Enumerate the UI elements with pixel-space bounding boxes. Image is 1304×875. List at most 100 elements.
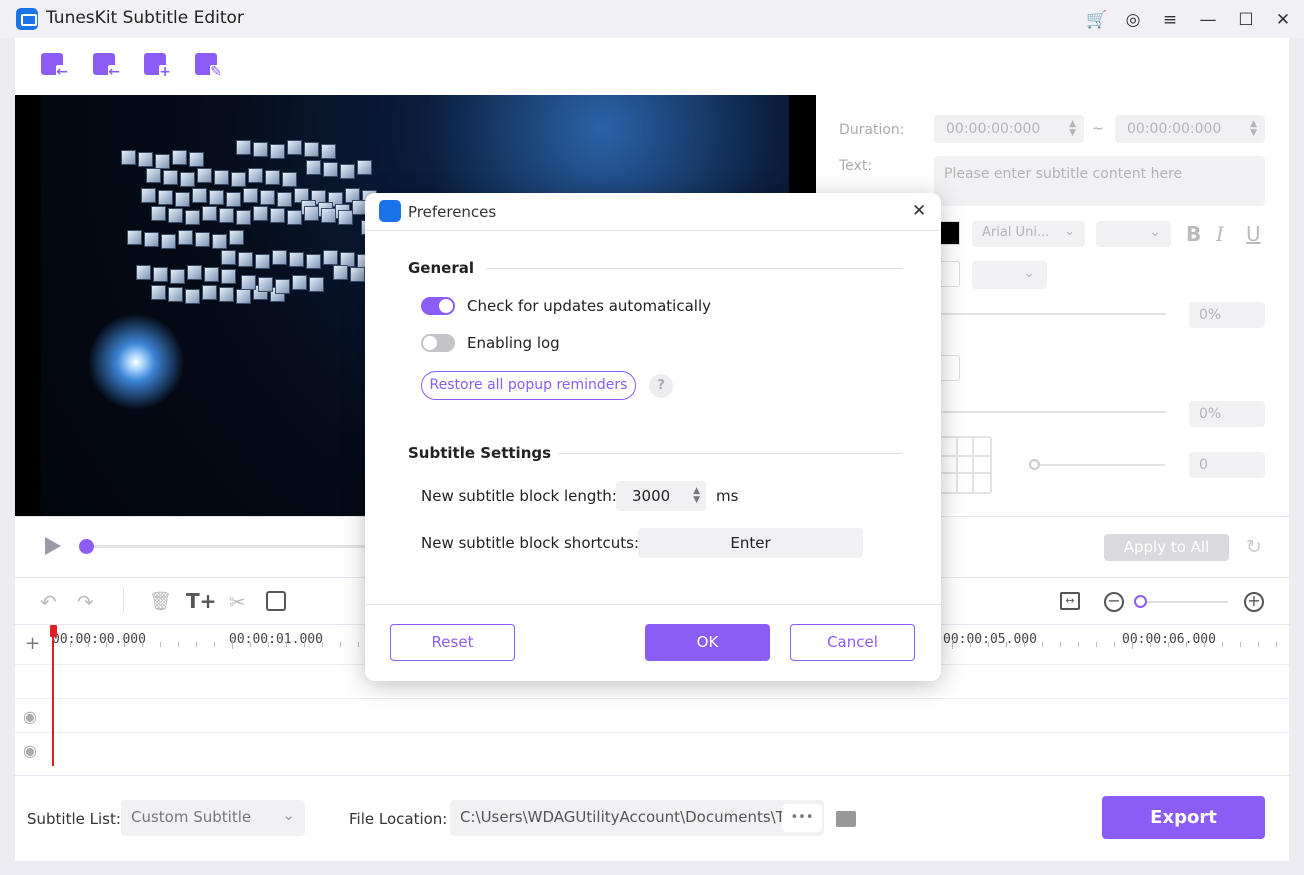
restore-reminders-button[interactable]: Restore all popup reminders xyxy=(421,371,636,400)
help-icon[interactable]: ? xyxy=(649,374,673,398)
cube-shape xyxy=(136,265,151,280)
cancel-button[interactable]: Cancel xyxy=(790,624,915,661)
track-visibility-eye-icon[interactable]: ◉ xyxy=(23,707,37,726)
zoom-slider-knob[interactable] xyxy=(1134,595,1147,608)
cart-icon[interactable]: 🛒 xyxy=(1086,10,1107,30)
start-time-field[interactable]: 00:00:00:000 ▲ ▼ xyxy=(934,115,1084,143)
playhead-handle[interactable] xyxy=(50,625,57,637)
cube-shape xyxy=(185,210,200,225)
preferences-dialog: Preferences ✕ General Check for updates … xyxy=(365,193,941,681)
play-icon[interactable] xyxy=(45,537,61,555)
track-visibility-eye-icon[interactable]: ◉ xyxy=(23,741,37,760)
import-subtitle-button[interactable]: ← xyxy=(90,51,120,79)
cube-shape xyxy=(153,267,168,282)
enable-log-toggle[interactable] xyxy=(421,334,455,352)
auto-update-toggle[interactable] xyxy=(421,297,455,315)
opacity-slider-2[interactable] xyxy=(938,411,1166,413)
account-icon[interactable]: ◎ xyxy=(1123,10,1143,30)
menu-icon[interactable]: ≡ xyxy=(1160,10,1180,30)
opacity-field-1[interactable]: 0% xyxy=(1189,302,1265,328)
block-length-input[interactable]: 3000 ▲ ▼ xyxy=(616,481,706,511)
minimize-icon[interactable]: — xyxy=(1198,10,1218,30)
bold-button[interactable]: B xyxy=(1186,222,1201,246)
split-icon[interactable]: ✂ xyxy=(229,590,246,614)
reset-button[interactable]: Reset xyxy=(390,624,515,661)
opacity-slider-1[interactable] xyxy=(938,313,1166,315)
add-track-button[interactable]: + xyxy=(25,633,40,654)
end-time-field[interactable]: 00:00:00:000 ▲ ▼ xyxy=(1115,115,1265,143)
add-text-track-icon[interactable]: T+ xyxy=(186,589,216,613)
spacing-field[interactable]: 0 xyxy=(1189,452,1265,478)
dialog-close-icon[interactable]: ✕ xyxy=(912,201,926,221)
redo-icon[interactable]: ↷ xyxy=(77,590,94,614)
cube-shape xyxy=(306,254,321,269)
cube-shape xyxy=(185,289,200,304)
font-size-select[interactable]: ⌄ xyxy=(1096,221,1171,247)
cube-shape xyxy=(231,172,246,187)
progress-track[interactable] xyxy=(85,545,385,548)
cube-shape xyxy=(340,164,355,179)
cube-shape xyxy=(241,275,256,290)
ruler-tick xyxy=(970,642,971,647)
subtitle-text-input[interactable]: Please enter subtitle content here xyxy=(934,156,1265,206)
delete-icon[interactable]: 🗑 xyxy=(149,591,172,612)
export-button[interactable]: Export xyxy=(1102,796,1265,839)
ruler-tick xyxy=(268,642,269,647)
cube-shape xyxy=(272,250,287,265)
zoom-out-icon[interactable]: − xyxy=(1104,592,1124,612)
outline-select[interactable]: ⌄ xyxy=(972,261,1047,289)
opacity-value-1: 0% xyxy=(1199,307,1222,323)
maximize-icon[interactable]: ☐ xyxy=(1236,10,1256,30)
font-value: Arial Uni... xyxy=(982,225,1050,240)
import-video-button[interactable]: ← xyxy=(38,51,68,79)
progress-knob[interactable] xyxy=(79,539,94,554)
cube-shape xyxy=(238,252,253,267)
fit-timeline-icon[interactable]: ↔ xyxy=(1060,592,1080,610)
zoom-slider[interactable] xyxy=(1143,601,1228,603)
background-color-swatch[interactable] xyxy=(938,355,960,381)
underline-button[interactable]: U xyxy=(1246,222,1261,246)
position-grid[interactable] xyxy=(938,436,992,494)
cube-shape xyxy=(338,210,353,225)
cube-shape xyxy=(195,232,210,247)
refresh-icon[interactable]: ↻ xyxy=(1246,536,1262,558)
zoom-in-icon[interactable]: + xyxy=(1244,592,1264,612)
apply-to-all-button[interactable]: Apply to All xyxy=(1104,534,1229,561)
folder-icon[interactable] xyxy=(836,811,856,827)
dialog-footer-divider xyxy=(365,604,941,605)
cube-shape xyxy=(287,140,302,155)
cube-shape xyxy=(323,162,338,177)
edit-subtitle-button[interactable]: ✎ xyxy=(192,51,222,79)
cube-shape xyxy=(321,144,336,159)
start-time-value: 00:00:00:000 xyxy=(946,121,1041,137)
close-window-icon[interactable]: ✕ xyxy=(1273,10,1293,30)
cube-shape xyxy=(243,188,258,203)
italic-button[interactable]: I xyxy=(1216,222,1224,246)
ruler-tick xyxy=(1132,640,1133,649)
cube-shape xyxy=(151,206,166,221)
cube-shape xyxy=(253,142,268,157)
cube-shape xyxy=(304,142,319,157)
spacing-slider[interactable] xyxy=(1031,464,1165,466)
spacing-slider-knob[interactable] xyxy=(1029,459,1040,470)
cube-shape xyxy=(219,287,234,302)
opacity-field-2[interactable]: 0% xyxy=(1189,401,1265,427)
ok-button[interactable]: OK xyxy=(645,624,770,661)
undo-icon[interactable]: ↶ xyxy=(40,590,57,614)
font-select[interactable]: Arial Uni... ⌄ xyxy=(972,221,1085,247)
add-text-button[interactable]: + xyxy=(141,51,171,79)
time-separator: ~ xyxy=(1092,121,1104,137)
opacity-value-2: 0% xyxy=(1199,406,1222,422)
subtitle-list-select[interactable]: Custom Subtitle ⌄ xyxy=(121,800,305,836)
cube-shape xyxy=(127,230,142,245)
file-location-field[interactable]: C:\Users\WDAGUtilityAccount\Documents\T xyxy=(450,800,824,836)
cube-shape xyxy=(260,190,275,205)
find-icon[interactable] xyxy=(266,591,286,611)
cube-shape xyxy=(138,152,153,167)
outline-color-swatch[interactable] xyxy=(938,261,960,287)
shortcut-field[interactable]: Enter xyxy=(638,528,863,558)
ruler-tick xyxy=(988,642,989,647)
playhead[interactable] xyxy=(52,626,54,766)
browse-more-button[interactable]: ••• xyxy=(782,804,822,832)
ruler-tick xyxy=(1258,642,1259,647)
